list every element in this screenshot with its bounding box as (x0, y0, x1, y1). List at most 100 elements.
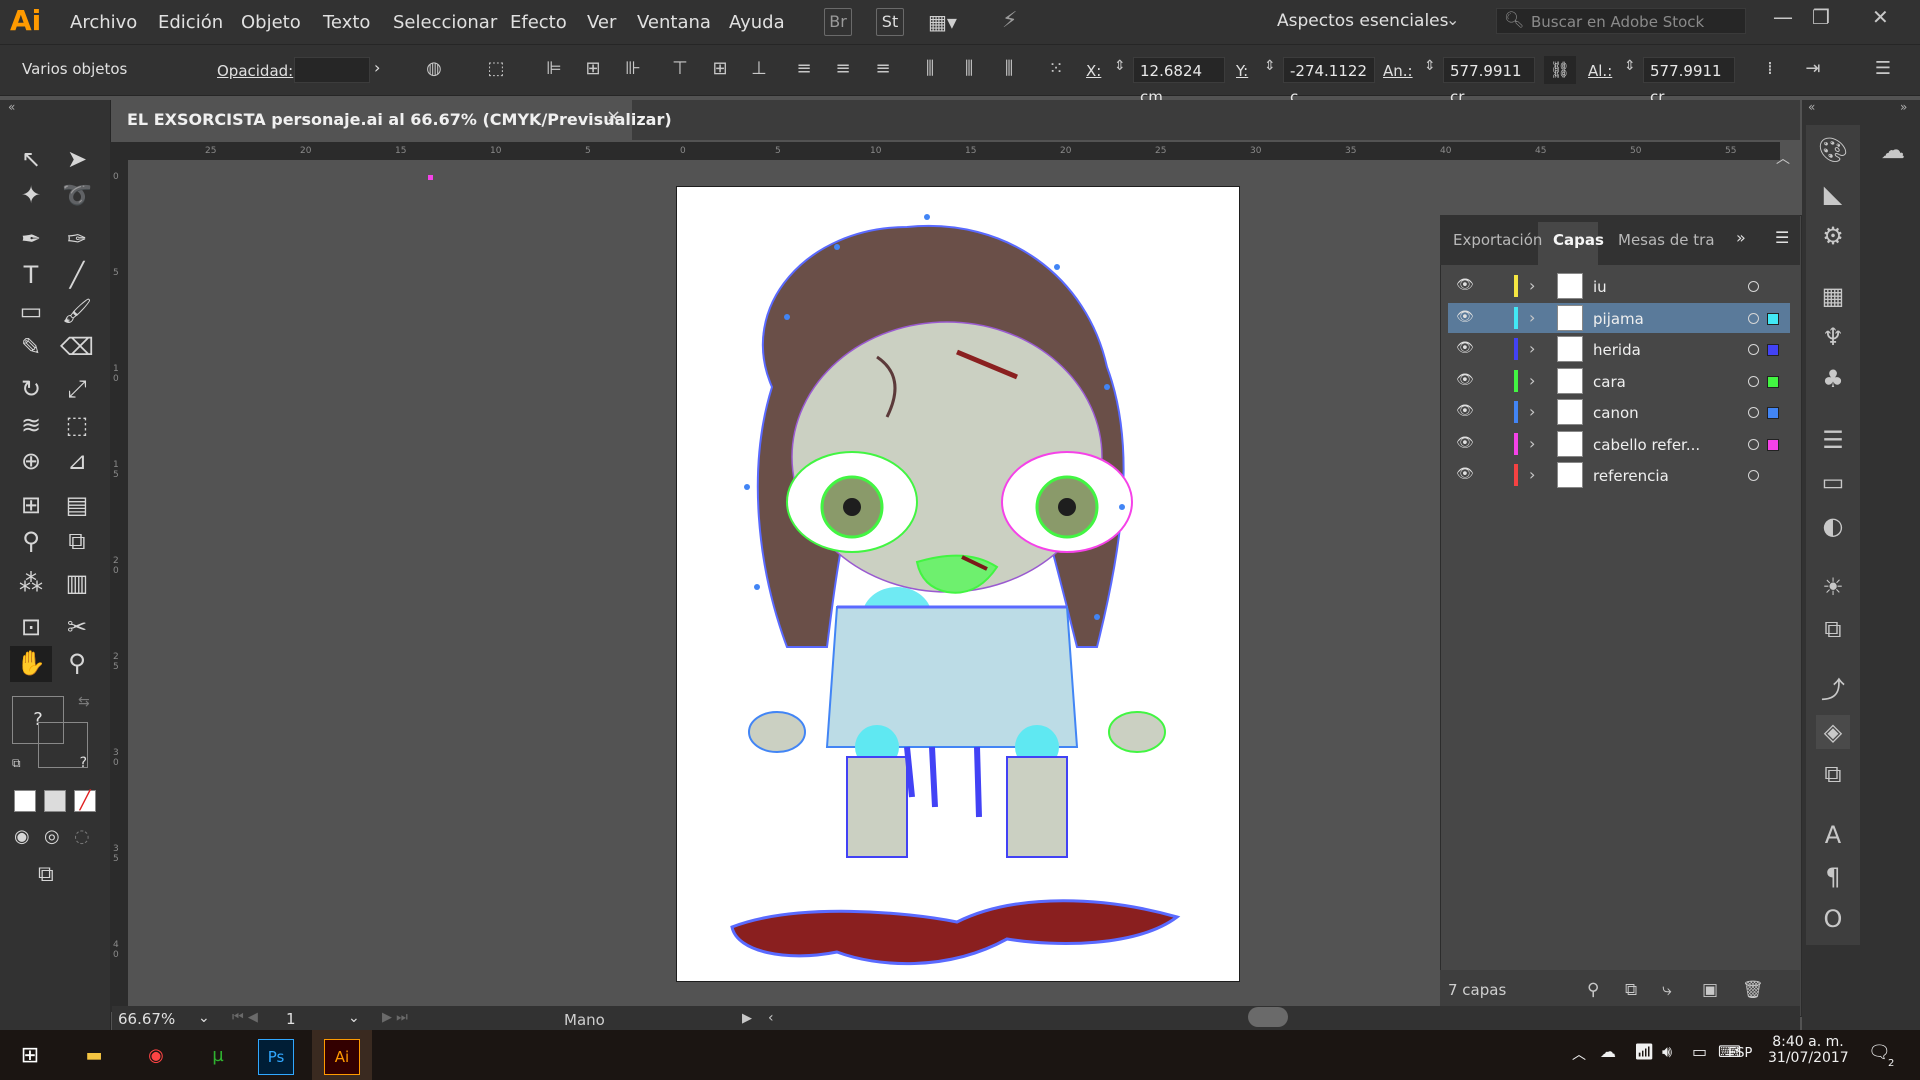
height-field[interactable]: 577.9911 cr (1643, 57, 1735, 106)
status-menu-icon[interactable]: ▶ (742, 1011, 752, 1026)
align-right-icon[interactable]: ⊪ (620, 56, 646, 82)
new-layer-icon[interactable]: ▣ (1702, 980, 1718, 1000)
selection-indicator[interactable] (1767, 438, 1779, 451)
hand-tool-icon[interactable]: ✋ (10, 646, 52, 682)
appearance-icon[interactable]: ☀ (1816, 570, 1850, 604)
draw-inside-icon[interactable]: ◌ (74, 826, 90, 847)
gpu-performance-icon[interactable]: ⚡ (1002, 8, 1017, 33)
constrain-proportions-icon[interactable]: ⛓ (1544, 56, 1576, 84)
minimize-button[interactable]: — (1773, 5, 1793, 29)
align-left-icon[interactable]: ⊫ (541, 56, 567, 82)
stroke-icon[interactable]: ☰ (1816, 423, 1850, 457)
opacity-label[interactable]: Opacidad: (217, 62, 293, 80)
zoom-dropdown-icon[interactable]: ⌄ (198, 1010, 210, 1026)
selection-indicator[interactable] (1767, 375, 1779, 388)
symbols-icon[interactable]: ♣ (1816, 362, 1850, 396)
expand-layer-chevron-icon[interactable]: › (1529, 276, 1535, 295)
layer-target-icon[interactable] (1748, 470, 1759, 481)
stray-anchor-point[interactable] (428, 175, 433, 180)
language-indicator[interactable]: ESP (1728, 1046, 1752, 1061)
gradient-mode-icon[interactable] (44, 790, 66, 812)
chrome-icon[interactable]: ◉ (136, 1036, 176, 1076)
layer-name[interactable]: iu (1593, 278, 1607, 296)
scroll-left-icon[interactable]: ‹ (768, 1010, 774, 1026)
visibility-eye-icon[interactable]: 👁︎ (1456, 372, 1474, 388)
line-segment-tool-icon[interactable]: ╱ (60, 258, 94, 292)
expand-layer-chevron-icon[interactable]: › (1529, 371, 1535, 390)
windows-start-icon[interactable]: ⊞ (10, 1036, 50, 1076)
menu-efecto[interactable]: Efecto (510, 12, 567, 33)
menu-objeto[interactable]: Objeto (241, 12, 301, 33)
export-icon[interactable]: ⤴ (1816, 673, 1850, 707)
reference-point-icon[interactable]: ⁙ (1043, 56, 1069, 82)
menu-seleccionar[interactable]: Seleccionar (393, 12, 497, 33)
draw-normal-icon[interactable]: ◉ (14, 826, 30, 847)
file-explorer-icon[interactable]: ▬ (74, 1036, 114, 1076)
layer-target-icon[interactable] (1748, 281, 1759, 292)
selection-tool-icon[interactable]: ↖ (14, 142, 48, 176)
transform-panel-icon[interactable]: ⧉ (1816, 612, 1850, 646)
artboard-tool-icon[interactable]: ⊡ (14, 610, 48, 644)
eyedropper-tool-icon[interactable]: ⚲ (14, 524, 48, 558)
arrange-documents-icon[interactable]: ▦▾ (928, 10, 957, 34)
next-artboard-icon[interactable]: ▶ ⏭ (382, 1010, 408, 1025)
layer-row[interactable] (1448, 271, 1790, 301)
type-tool-icon[interactable]: T (14, 258, 48, 292)
visibility-eye-icon[interactable]: 👁︎ (1456, 340, 1474, 356)
distribute-right-icon[interactable]: ⫼ (996, 56, 1022, 82)
locate-object-icon[interactable]: ⚲ (1587, 980, 1599, 1000)
visibility-eye-icon[interactable]: 👁︎ (1456, 466, 1474, 482)
tab-capas[interactable]: Capas (1553, 231, 1604, 249)
layer-target-icon[interactable] (1748, 344, 1759, 355)
width-stepper-icon[interactable]: ⇕ (1424, 58, 1436, 74)
eraser-tool-icon[interactable]: ⌫ (60, 330, 94, 364)
creative-cloud-libraries-icon[interactable]: ☁ (1876, 133, 1910, 167)
scale-tool-icon[interactable]: ⤢ (60, 372, 94, 406)
zoom-tool-icon[interactable]: ⚲ (60, 646, 94, 680)
delete-layer-icon[interactable]: 🗑︎ (1742, 980, 1764, 1000)
menu-ventana[interactable]: Ventana (637, 12, 711, 33)
gradient-panel-icon[interactable]: ▭ (1816, 465, 1850, 499)
artboards-icon[interactable]: ⧉ (1816, 757, 1850, 791)
character-icon[interactable]: A (1816, 818, 1850, 852)
menu-ver[interactable]: Ver (587, 12, 616, 33)
blend-tool-icon[interactable]: ⧉ (60, 524, 94, 558)
selection-indicator[interactable] (1767, 407, 1779, 419)
stock-icon[interactable]: St (876, 8, 904, 36)
collapse-toolbar-icon[interactable]: « (8, 100, 15, 114)
menu-archivo[interactable]: Archivo (70, 12, 137, 33)
screen-mode-icon[interactable]: ⧉ (38, 862, 54, 887)
align-top-icon[interactable]: ⊤ (667, 56, 693, 82)
layer-name[interactable]: herida (1593, 341, 1641, 359)
width-field[interactable]: 577.9911 cr (1443, 57, 1535, 106)
layer-target-icon[interactable] (1748, 375, 1759, 387)
align-center-horizontal-icon[interactable]: ⊞ (580, 56, 606, 82)
distribute-left-icon[interactable]: ⫼ (917, 56, 943, 82)
layer-target-icon[interactable] (1748, 407, 1759, 418)
opentype-icon[interactable]: O (1816, 902, 1850, 936)
layer-target-icon[interactable] (1748, 312, 1759, 324)
layer-target-icon[interactable] (1748, 438, 1759, 450)
expand-layer-chevron-icon[interactable]: › (1529, 465, 1535, 484)
graphic-styles-icon[interactable]: ⚙ (1816, 219, 1850, 253)
artboard[interactable] (676, 186, 1240, 982)
rotate-tool-icon[interactable]: ↻ (14, 372, 48, 406)
horizontal-scrollbar-thumb[interactable] (1248, 1007, 1288, 1027)
tray-chevron-up-icon[interactable]: ︿ (1572, 1044, 1586, 1064)
wifi-icon[interactable]: 📶︎ (1634, 1042, 1654, 1061)
align-to-selection-icon[interactable]: ⬚ (483, 56, 509, 82)
layer-name[interactable]: referencia (1593, 467, 1669, 485)
stock-search-input[interactable]: Buscar en Adobe Stock (1496, 8, 1746, 34)
clock[interactable]: 8:40 a. m. 31/07/2017 (1768, 1034, 1849, 1066)
gradient-tool-icon[interactable]: ▤ (60, 488, 94, 522)
panel-menu-icon[interactable]: ☰ (1775, 228, 1789, 247)
close-document-icon[interactable]: × (606, 106, 621, 127)
distribute-bottom-icon[interactable]: ≡ (870, 56, 896, 82)
warp-tool-icon[interactable]: ≋ (14, 408, 48, 442)
column-graph-tool-icon[interactable]: ▥ (60, 566, 94, 600)
brushes-icon[interactable]: ♆ (1816, 320, 1850, 354)
transparency-icon[interactable]: ◐ (1816, 509, 1850, 543)
distribute-center-icon[interactable]: ≡ (830, 56, 856, 82)
volume-icon[interactable]: 🔊︎ (1662, 1042, 1672, 1062)
layer-name[interactable]: pijama (1593, 310, 1644, 328)
